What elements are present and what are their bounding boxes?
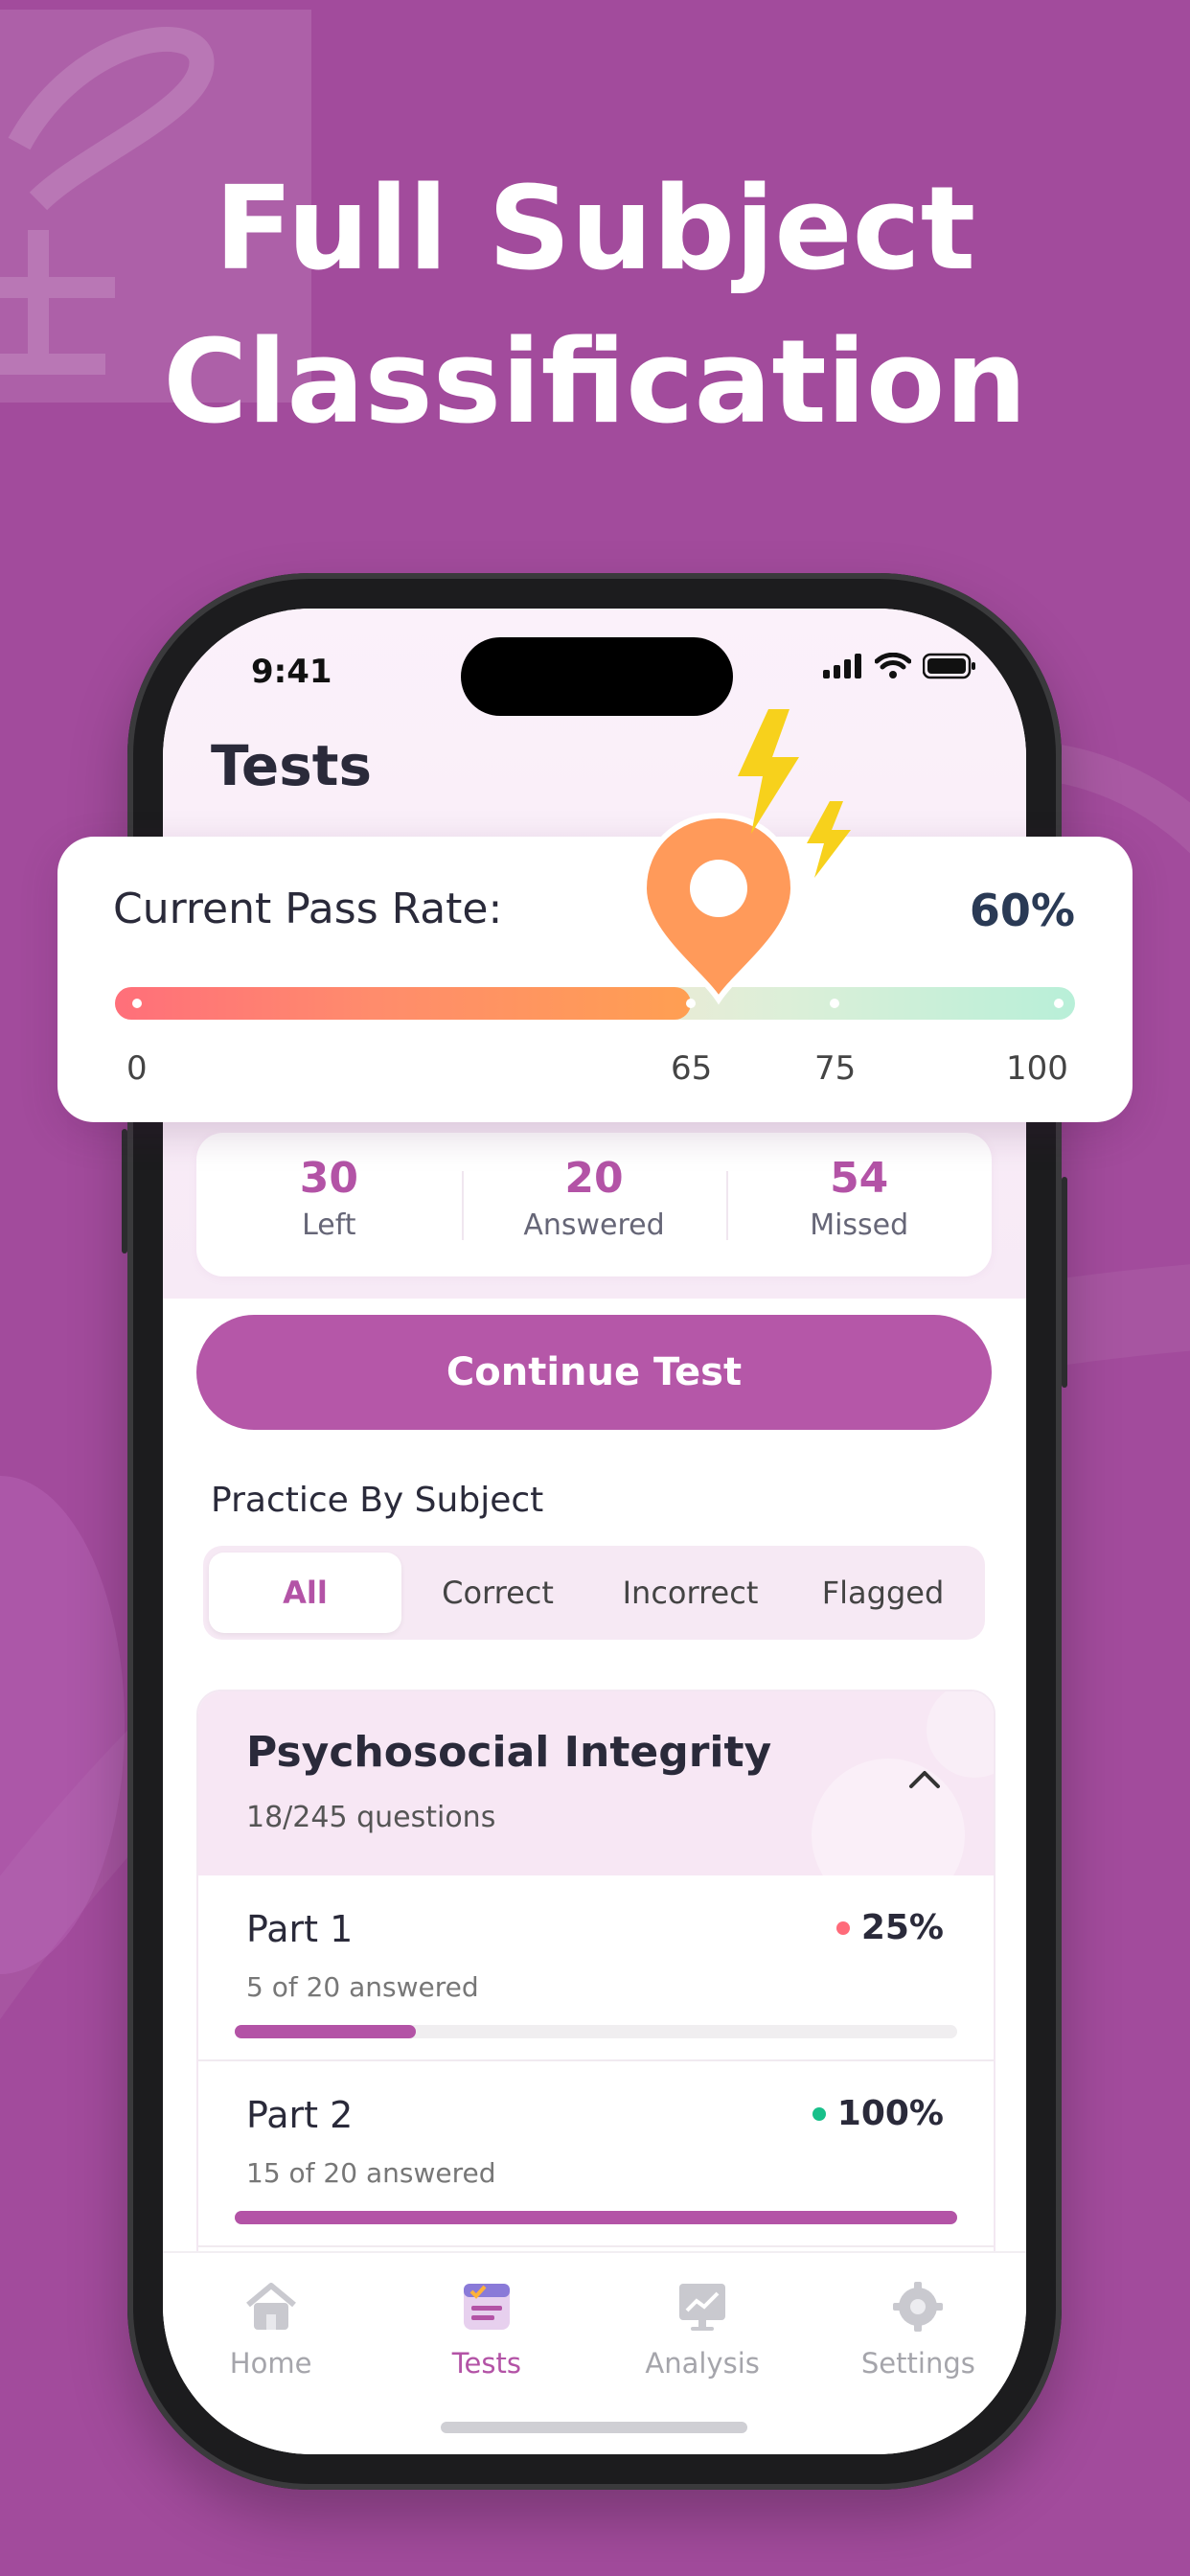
tick-label-75: 75 — [814, 1049, 857, 1088]
part-progress-track — [235, 2211, 957, 2224]
tick-label-0: 0 — [126, 1049, 148, 1088]
headline-line-2: Classification — [163, 316, 1027, 449]
part-percent-value: 25% — [860, 1908, 944, 1947]
tab-home-label: Home — [229, 2347, 312, 2380]
part-percent-value: 100% — [836, 2094, 944, 2133]
tab-settings-label: Settings — [860, 2347, 975, 2380]
settings-icon — [893, 2282, 944, 2332]
page-title: Tests — [211, 733, 372, 798]
tests-icon — [463, 2284, 510, 2330]
dynamic-island — [461, 637, 733, 716]
filter-segmented-control: All Correct Incorrect Flagged — [203, 1546, 985, 1640]
status-dot-icon — [835, 1920, 850, 1935]
tab-bar: Home Tests Analysis Settings — [163, 2251, 1026, 2454]
tick-marker — [830, 999, 839, 1008]
status-icons — [823, 653, 976, 679]
part-progress-fill — [235, 2025, 416, 2038]
part-answered: 5 of 20 answered — [246, 1971, 479, 2003]
phone-power-button — [1062, 1177, 1067, 1388]
chevron-up-icon[interactable] — [908, 1768, 941, 1789]
tick-marker — [1054, 999, 1064, 1008]
lightning-bolt-icon — [738, 709, 799, 834]
home-indicator — [441, 2422, 747, 2433]
pass-rate-fill — [115, 987, 692, 1020]
stat-missed-label: Missed — [810, 1208, 909, 1242]
lightning-bolt-icon — [807, 801, 851, 878]
wifi-icon — [875, 653, 911, 678]
pass-rate-track — [115, 987, 1075, 1020]
part-answered: 15 of 20 answered — [246, 2157, 496, 2189]
battery-icon — [923, 653, 975, 679]
part-percent: 25% — [835, 1908, 944, 1947]
subject-header-decoration — [812, 1691, 994, 1875]
subject-title: Psychosocial Integrity — [246, 1728, 772, 1777]
stat-left-value: 30 — [299, 1154, 358, 1203]
headline: Full Subject Classification — [0, 153, 1190, 460]
stat-answered-value: 20 — [564, 1154, 624, 1203]
filter-flagged[interactable]: Flagged — [787, 1552, 979, 1633]
pass-rate-value: 60% — [969, 885, 1075, 936]
continue-test-button[interactable]: Continue Test — [196, 1315, 992, 1430]
stat-answered: 20 Answered — [461, 1133, 727, 1276]
subject-question-count: 18/245 questions — [246, 1801, 496, 1834]
headline-line-1: Full Subject — [214, 163, 976, 296]
stats-panel: 30 Left 20 Answered 54 Missed — [196, 1133, 992, 1276]
filter-incorrect[interactable]: Incorrect — [594, 1552, 787, 1633]
status-time: 9:41 — [251, 653, 332, 691]
tab-tests-label: Tests — [451, 2347, 521, 2380]
tab-home[interactable]: Home — [163, 2253, 378, 2454]
part-title: Part 1 — [246, 1908, 354, 1950]
tick-marker — [132, 999, 142, 1008]
filter-correct[interactable]: Correct — [401, 1552, 594, 1633]
home-icon — [245, 2283, 296, 2330]
filter-all[interactable]: All — [209, 1552, 401, 1633]
stat-answered-label: Answered — [523, 1208, 665, 1242]
phone-volume-down — [122, 1129, 127, 1254]
location-pin-icon — [640, 812, 797, 1005]
stat-left-label: Left — [302, 1208, 356, 1242]
status-dot-icon — [812, 2106, 826, 2121]
signal-icon — [823, 654, 861, 678]
part-progress-track — [235, 2025, 957, 2038]
tick-label-65: 65 — [671, 1049, 713, 1088]
part-item[interactable]: Part 1 5 of 20 answered 25% — [198, 1875, 994, 2061]
part-progress-fill — [235, 2211, 957, 2224]
tick-label-100: 100 — [1006, 1049, 1068, 1088]
tab-analysis-label: Analysis — [645, 2347, 760, 2380]
analysis-icon — [679, 2284, 726, 2331]
stat-left: 30 Left — [196, 1133, 462, 1276]
practice-section-title: Practice By Subject — [211, 1481, 544, 1520]
tab-settings[interactable]: Settings — [811, 2253, 1026, 2454]
subject-header[interactable]: Psychosocial Integrity 18/245 questions — [198, 1691, 994, 1875]
part-percent: 100% — [812, 2094, 944, 2133]
part-title: Part 2 — [246, 2094, 354, 2136]
pass-rate-card: Current Pass Rate: 60% 0 65 75 100 — [57, 812, 1133, 1122]
part-item[interactable]: Part 2 15 of 20 answered 100% — [198, 2061, 994, 2247]
pass-rate-label: Current Pass Rate: — [113, 885, 503, 933]
stat-missed: 54 Missed — [726, 1133, 992, 1276]
stat-missed-value: 54 — [830, 1154, 889, 1203]
